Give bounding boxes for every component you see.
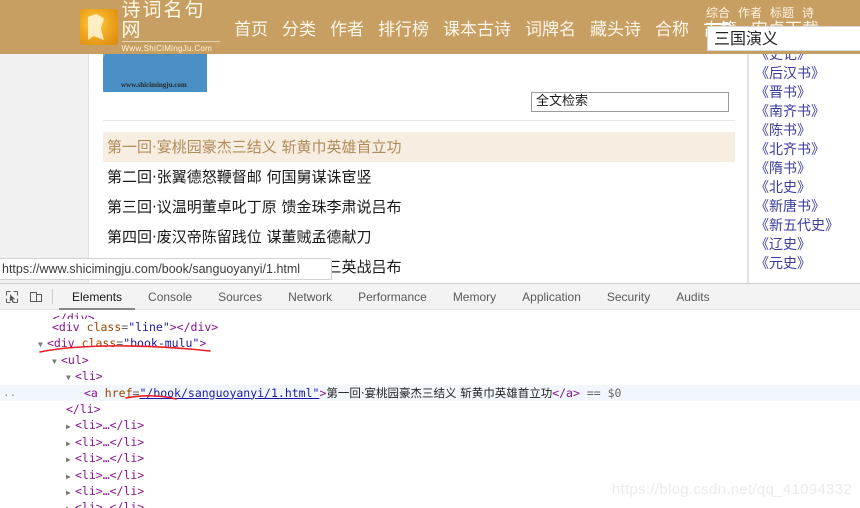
main-column: www.shicimingju.com 全文检索 第一回·宴桃园豪杰三结义 斩黄… — [88, 54, 748, 283]
search-tab-author[interactable]: 作者 — [738, 4, 762, 25]
list-item[interactable]: 《陈书》 — [749, 122, 860, 141]
site-header: 诗词名句网 Www.ShiCiMingJu.Com 首页 分类 作者 排行榜 课… — [0, 0, 860, 54]
tab-console[interactable]: Console — [135, 284, 205, 310]
dom-collapsed-li: <li>…</li> — [75, 483, 145, 498]
dom-attr-name: class — [86, 320, 122, 334]
tab-security[interactable]: Security — [594, 284, 663, 310]
list-item[interactable]: 《后汉书》 — [749, 65, 860, 84]
annotation-underline-href — [124, 392, 180, 404]
annotation-underline-book-mulu — [38, 340, 218, 356]
list-item[interactable]: 《隋书》 — [749, 160, 860, 179]
search-type-tabs: 综合 作者 标题 诗 — [700, 0, 860, 25]
dom-line-collapsed-li[interactable]: <li>…</li> — [0, 450, 860, 466]
dom-tag-li-close: </li> — [66, 401, 101, 416]
dom-line-collapsed-li[interactable]: <li>…</li> — [0, 483, 860, 499]
tab-elements[interactable]: Elements — [59, 284, 135, 310]
list-item[interactable]: 《晋书》 — [749, 84, 860, 103]
search-tab-title[interactable]: 标题 — [770, 4, 794, 25]
site-banner-image: www.shicimingju.com — [103, 54, 207, 92]
nav-item-textbook[interactable]: 课本古诗 — [443, 15, 511, 40]
inspect-element-icon[interactable] — [0, 285, 24, 309]
chapter-row[interactable]: 第三回·议温明董卓叱丁原 馈金珠李肃说吕布 — [103, 192, 735, 222]
dom-collapsed-li: <li>…</li> — [75, 467, 145, 482]
device-toolbar-icon[interactable] — [24, 285, 48, 309]
dom-line-collapsed-li[interactable]: <li>…</li> — [0, 499, 860, 508]
tab-sources[interactable]: Sources — [205, 284, 275, 310]
devtools-toolbar: Elements Console Sources Network Perform… — [0, 284, 860, 310]
search-tab-poem[interactable]: 诗 — [802, 4, 814, 25]
dom-line-collapsed-li[interactable]: <li>…</li> — [0, 434, 860, 450]
dom-collapsed-li: <li>…</li> — [75, 451, 145, 466]
nav-item-author[interactable]: 作者 — [330, 15, 364, 40]
dom-collapsed-li: <li>…</li> — [75, 434, 145, 449]
dom-line-collapsed-li[interactable]: <li>…</li> — [0, 467, 860, 483]
list-item[interactable]: 《元史》 — [749, 255, 860, 274]
dom-text-node: 第一回·宴桃园豪杰三结义 斩黄巾英雄首立功 — [326, 385, 553, 400]
dom-collapsed-li: <li>…</li> — [75, 500, 145, 508]
nav-item-acrostic[interactable]: 藏头诗 — [590, 15, 641, 40]
nav-item-ranking[interactable]: 排行榜 — [378, 15, 429, 40]
dom-tag-li: <li> — [75, 369, 103, 384]
left-gutter — [0, 54, 88, 283]
dom-line-li[interactable]: <li> — [0, 368, 860, 384]
chapter-row[interactable]: 第一回·宴桃园豪杰三结义 斩黄巾英雄首立功 — [103, 132, 735, 162]
dom-tag-close: ></div> — [169, 320, 219, 334]
dom-collapsed-li: <li>…</li> — [75, 418, 145, 433]
expand-triangle-icon[interactable] — [66, 501, 75, 508]
logo-seal-icon — [80, 9, 118, 45]
selected-node-marker: .. — [3, 385, 17, 399]
nav-item-collective[interactable]: 合称 — [655, 15, 689, 40]
header-search-block: 综合 作者 标题 诗 三国演义 — [700, 0, 860, 54]
tab-application[interactable]: Application — [509, 284, 594, 310]
dom-console-ref: == $0 — [586, 385, 622, 400]
dom-tag-open: <div — [52, 320, 80, 334]
tab-memory[interactable]: Memory — [440, 284, 509, 310]
nav-item-category[interactable]: 分类 — [282, 15, 316, 40]
site-logo[interactable]: 诗词名句网 Www.ShiCiMingJu.Com — [80, 0, 220, 53]
list-item[interactable]: 《北齐书》 — [749, 141, 860, 160]
ancient-books-sidebar: 《史记》 《后汉书》 《晋书》 《南齐书》 《陈书》 《北齐书》 《隋书》 《北… — [748, 54, 860, 283]
chapter-row[interactable]: 第四回·废汉帝陈留践位 谋董贼孟德献刀 — [103, 222, 735, 252]
list-item[interactable]: 《史记》 — [749, 54, 860, 65]
banner-caption: www.shicimingju.com — [121, 81, 187, 89]
screenshot-root: 诗词名句网 Www.ShiCiMingJu.Com 首页 分类 作者 排行榜 课… — [0, 0, 860, 508]
list-item[interactable]: 《北史》 — [749, 179, 860, 198]
dom-line-clipped-top: </div> — [0, 310, 860, 319]
tab-network[interactable]: Network — [275, 284, 345, 310]
tab-audits[interactable]: Audits — [663, 284, 722, 310]
content-divider — [103, 120, 735, 121]
nav-item-cipai[interactable]: 词牌名 — [525, 15, 576, 40]
search-tab-comprehensive[interactable]: 综合 — [706, 4, 731, 25]
devtools-tabs: Elements Console Sources Network Perform… — [59, 284, 723, 310]
dom-clipped-tag: </div> — [53, 311, 95, 319]
fulltext-search-input[interactable]: 全文检索 — [531, 92, 729, 112]
list-item[interactable]: 《新唐书》 — [749, 198, 860, 217]
dom-attr-value: "line" — [128, 320, 170, 334]
chapter-row[interactable]: 第二回·张翼德怒鞭督邮 何国舅谋诛宦竖 — [103, 162, 735, 192]
page-content: www.shicimingju.com 全文检索 第一回·宴桃园豪杰三结义 斩黄… — [0, 54, 860, 283]
dom-line-div-line[interactable]: <div class="line"></div> — [0, 319, 860, 335]
status-bar-url: https://www.shicimingju.com/book/sanguoy… — [0, 258, 332, 280]
tab-performance[interactable]: Performance — [345, 284, 440, 310]
logo-title-en: Www.ShiCiMingJu.Com — [121, 41, 220, 54]
header-search-input[interactable]: 三国演义 — [707, 26, 860, 51]
nav-item-home[interactable]: 首页 — [234, 15, 268, 40]
dom-tag-anchor: <a — [84, 385, 98, 400]
toolbar-separator — [52, 289, 53, 304]
list-item[interactable]: 《南齐书》 — [749, 103, 860, 122]
logo-title-cn: 诗词名句网 — [121, 0, 206, 41]
browser-page-area: 诗词名句网 Www.ShiCiMingJu.Com 首页 分类 作者 排行榜 课… — [0, 0, 860, 283]
list-item[interactable]: 《新五代史》 — [749, 217, 860, 236]
dom-line-collapsed-li[interactable]: <li>…</li> — [0, 417, 860, 433]
dom-tag-anchor-close: </a> — [552, 385, 580, 400]
list-item[interactable]: 《辽史》 — [749, 236, 860, 255]
